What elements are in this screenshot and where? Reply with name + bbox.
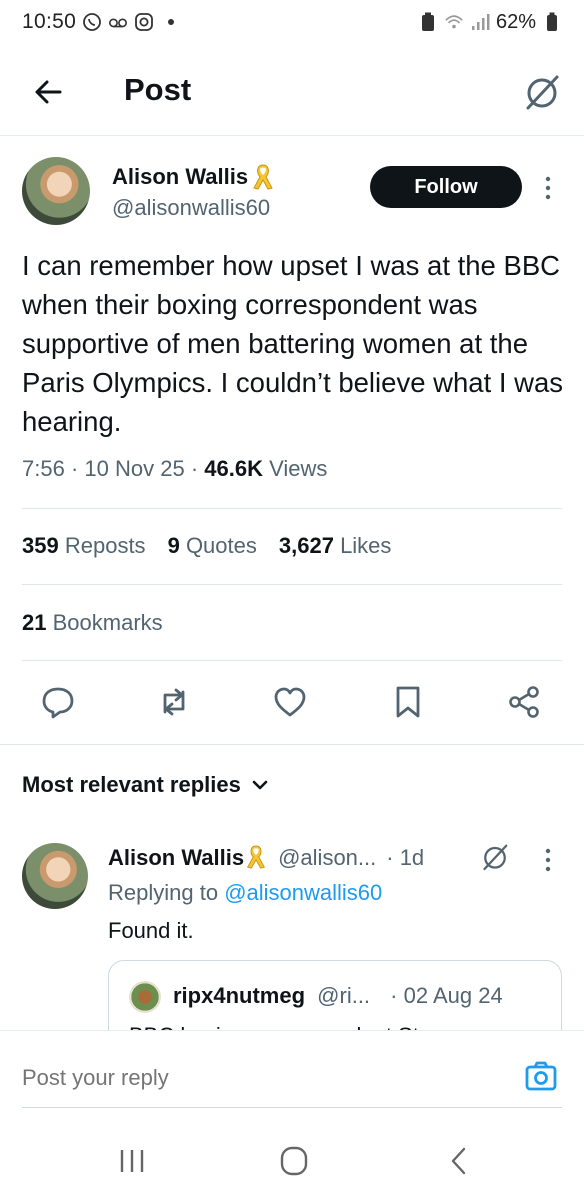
reply-time: · 1d	[386, 845, 425, 870]
signal-icon	[470, 12, 490, 32]
status-left: 10:50	[22, 10, 175, 34]
reposts-label: Reposts	[64, 533, 146, 558]
replying-to-prefix: Replying to	[108, 880, 219, 905]
reply-input[interactable]	[22, 1063, 502, 1093]
yellow-ribbon-icon	[244, 844, 270, 872]
recent-apps-icon[interactable]	[112, 1144, 152, 1178]
author-avatar[interactable]	[22, 157, 90, 225]
reply-author-handle[interactable]: @alison...	[278, 845, 376, 871]
wifi-icon	[444, 12, 464, 32]
home-icon[interactable]	[274, 1144, 314, 1178]
likes-label: Likes	[340, 533, 392, 558]
status-bar: 10:50 62%	[0, 0, 584, 44]
post-metadata: 7:56 · 10 Nov 25 · 46.6K Views	[22, 456, 327, 482]
grok-icon[interactable]	[480, 842, 510, 872]
post-time: 7:56	[22, 456, 65, 481]
quotes-label: Quotes	[185, 533, 257, 558]
back-arrow-icon[interactable]	[30, 74, 66, 110]
bookmarks-stat[interactable]: 21 Bookmarks	[22, 610, 163, 636]
follow-button[interactable]: Follow	[370, 166, 522, 208]
reply-input-underline	[22, 1107, 562, 1108]
replies-sort-label: Most relevant replies	[22, 772, 241, 797]
reply-text: Found it.	[108, 918, 194, 943]
page-title: Post	[124, 72, 192, 107]
divider	[22, 660, 562, 661]
reply-more-options-icon[interactable]	[540, 846, 556, 874]
views-count: 46.6K	[204, 456, 263, 481]
quote-author-handle: @ri...	[317, 983, 371, 1008]
author-name[interactable]: Alison Wallis	[112, 163, 276, 191]
author-handle[interactable]: @alisonwallis60	[112, 195, 270, 221]
camera-icon[interactable]	[524, 1059, 558, 1093]
replies-sort-dropdown[interactable]: Most relevant replies	[22, 772, 269, 798]
whatsapp-icon	[82, 12, 102, 32]
reply-header: Alison Wallis @alison... · 1d	[108, 844, 424, 872]
likes-count: 3,627	[278, 533, 334, 558]
reposts-stat[interactable]: 359 Reposts	[22, 533, 146, 559]
post-date: 10 Nov 25	[84, 456, 185, 481]
engagement-stats: 359 Reposts 9 Quotes 3,627 Likes	[22, 533, 391, 559]
battery-saver-icon	[418, 12, 438, 32]
top-app-bar: Post	[0, 50, 584, 136]
author-name-text: Alison Wallis	[112, 164, 249, 189]
post-text: I can remember how upset I was at the BB…	[22, 250, 564, 437]
battery-percent: 62%	[495, 10, 536, 33]
reply-author-name[interactable]: Alison Wallis	[108, 845, 244, 871]
replying-to: Replying to @alisonwallis60	[108, 880, 382, 906]
notification-dot-icon	[168, 19, 175, 25]
system-navigation-bar	[0, 1120, 584, 1200]
back-nav-icon[interactable]	[440, 1144, 480, 1178]
reposts-count: 359	[22, 533, 59, 558]
share-icon[interactable]	[506, 684, 542, 720]
meta-separator: ·	[70, 456, 85, 481]
action-bar	[0, 684, 584, 724]
meta-separator: ·	[190, 456, 205, 481]
bookmarks-label: Bookmarks	[52, 610, 163, 635]
replying-to-mention[interactable]: @alisonwallis60	[224, 880, 382, 905]
instagram-icon	[134, 12, 154, 32]
divider	[22, 584, 562, 585]
bookmark-icon[interactable]	[390, 684, 426, 720]
yellow-ribbon-icon	[250, 163, 276, 191]
chevron-down-icon	[251, 772, 269, 798]
more-options-icon[interactable]	[540, 174, 556, 202]
like-heart-icon[interactable]	[272, 684, 308, 720]
quote-author-name: ripx4nutmeg	[173, 983, 306, 1008]
quote-author-avatar	[129, 981, 161, 1013]
voicemail-icon	[108, 12, 128, 32]
status-right: 62%	[418, 11, 562, 34]
likes-stat[interactable]: 3,627 Likes	[279, 533, 392, 559]
quotes-stat[interactable]: 9 Quotes	[168, 533, 257, 559]
divider	[22, 508, 562, 509]
bookmarks-count: 21	[22, 610, 47, 635]
quote-header: ripx4nutmeg @ri... · 02 Aug 24	[173, 983, 503, 1009]
repost-icon[interactable]	[156, 684, 192, 720]
views-label: Views	[269, 456, 328, 481]
reply-icon[interactable]	[40, 684, 76, 720]
reply-composer-bar	[0, 1030, 584, 1110]
reply-author-avatar[interactable]	[22, 843, 88, 909]
quotes-count: 9	[167, 533, 180, 558]
section-divider	[0, 744, 584, 745]
status-time: 10:50	[22, 10, 77, 33]
quote-date: · 02 Aug 24	[390, 983, 503, 1008]
grok-icon[interactable]	[522, 72, 562, 112]
battery-icon	[542, 12, 562, 32]
